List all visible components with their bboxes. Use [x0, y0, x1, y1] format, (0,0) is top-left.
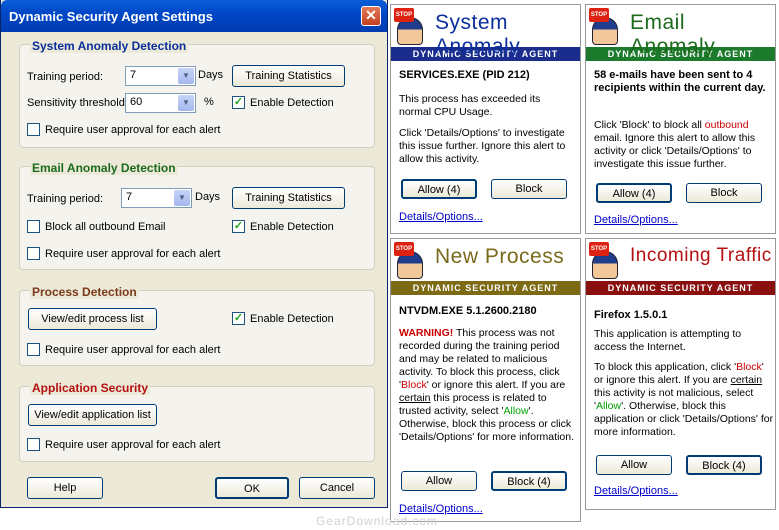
application-security-group: Application Security View/edit applicati… [19, 381, 375, 462]
help-button[interactable]: Help [27, 477, 103, 499]
training-period-value: 7 [130, 69, 137, 81]
email-anomaly-title: Email Anomaly Detection [30, 161, 178, 175]
alert-heading: SERVICES.EXE (PID 212) [399, 69, 530, 81]
brand-band: DYNAMIC SECURITY AGENT [391, 281, 580, 295]
chevron-down-icon: ▼ [178, 95, 194, 111]
application-require-approval-checkbox[interactable]: Require user approval for each alert [27, 438, 220, 451]
email-anomaly-group: Email Anomaly Detection Training period:… [19, 161, 375, 270]
cancel-button[interactable]: Cancel [299, 477, 375, 499]
enable-detection-label: Enable Detection [250, 312, 334, 325]
chevron-down-icon: ▼ [178, 68, 194, 84]
require-approval-label: Require user approval for each alert [45, 438, 221, 451]
allow-button[interactable]: Allow (4) [401, 179, 477, 199]
require-approval-label: Require user approval for each alert [45, 123, 221, 136]
alert-title: Incoming Traffic [630, 245, 772, 266]
enable-detection-checkbox[interactable]: ✓ Enable Detection [232, 96, 334, 109]
checkmark-icon: ✓ [232, 96, 245, 109]
checkmark-icon: ✓ [232, 312, 245, 325]
view-edit-application-list-button[interactable]: View/edit application list [28, 404, 157, 426]
alert-body: To block this application, click 'Block'… [594, 361, 774, 438]
email-anomaly-alert: STOP Email Anomaly DYNAMIC SECURITY AGEN… [585, 4, 776, 234]
system-anomaly-group: System Anomaly Detection Training period… [19, 39, 375, 148]
email-training-statistics-button[interactable]: Training Statistics [232, 187, 345, 209]
alert-body: This application is attempting to access… [594, 328, 742, 353]
alert-title: Email Anomaly [630, 11, 716, 58]
checkmark-icon: ✓ [232, 220, 245, 233]
block-button[interactable]: Block [491, 179, 567, 199]
enable-detection-label: Enable Detection [250, 220, 334, 233]
application-security-title: Application Security [30, 381, 151, 395]
alert-heading: NTVDM.EXE 5.1.2600.2180 [399, 305, 537, 317]
block-outbound-email-checkbox[interactable]: Block all outbound Email [27, 220, 165, 233]
block-button[interactable]: Block (4) [686, 455, 762, 475]
process-detection-title: Process Detection [30, 285, 139, 299]
ok-button[interactable]: OK [215, 477, 289, 499]
alert-heading: 58 e-mails have been sent to 4 recipient… [594, 69, 766, 94]
stop-sign-icon: STOP [394, 8, 414, 22]
training-statistics-button[interactable]: Training Statistics [232, 65, 345, 87]
process-enable-detection-checkbox[interactable]: ✓ Enable Detection [232, 312, 334, 325]
allow-button[interactable]: Allow (4) [596, 183, 672, 203]
training-period-label: Training period: [27, 193, 104, 205]
allow-button[interactable]: Allow [401, 471, 477, 491]
alert-title: New Process [435, 245, 565, 268]
process-require-approval-checkbox[interactable]: Require user approval for each alert [27, 343, 220, 356]
sensitivity-label: Sensitivity threshold: [27, 97, 128, 109]
email-training-period-select[interactable]: 7 ▼ [121, 188, 192, 208]
require-approval-label: Require user approval for each alert [45, 247, 221, 260]
chevron-down-icon: ▼ [174, 190, 190, 206]
sensitivity-value: 60 [130, 96, 143, 108]
stop-sign-icon: STOP [589, 242, 609, 256]
require-approval-label: Require user approval for each alert [45, 343, 221, 356]
sensitivity-select[interactable]: 60 ▼ [125, 93, 196, 113]
enable-detection-label: Enable Detection [250, 96, 334, 109]
system-anomaly-alert: STOP System Anomaly DYNAMIC SECURITY AGE… [390, 4, 581, 234]
require-approval-checkbox[interactable]: Require user approval for each alert [27, 123, 220, 136]
title-bar: Dynamic Security Agent Settings ✕ [1, 0, 387, 32]
incoming-traffic-alert: STOP Incoming Traffic DYNAMIC SECURITY A… [585, 238, 776, 510]
window-title: Dynamic Security Agent Settings [9, 9, 213, 24]
settings-window: Dynamic Security Agent Settings ✕ System… [0, 0, 388, 508]
email-enable-detection-checkbox[interactable]: ✓ Enable Detection [232, 220, 334, 233]
details-options-link[interactable]: Details/Options... [594, 485, 678, 497]
brand-band: DYNAMIC SECURITY AGENT [586, 281, 775, 295]
stop-sign-icon: STOP [394, 242, 414, 256]
details-options-link[interactable]: Details/Options... [399, 211, 483, 223]
alert-body: Click 'Block' to block all outbound emai… [594, 119, 756, 170]
new-process-alert: STOP New Process DYNAMIC SECURITY AGENT … [390, 238, 581, 522]
alert-heading: Firefox 1.5.0.1 [594, 309, 668, 321]
process-detection-group: Process Detection View/edit process list… [19, 285, 375, 366]
system-anomaly-title: System Anomaly Detection [30, 39, 189, 53]
stop-sign-icon: STOP [589, 8, 609, 22]
days-label: Days [198, 69, 224, 81]
block-button[interactable]: Block [686, 183, 762, 203]
block-button[interactable]: Block (4) [491, 471, 567, 491]
block-outbound-label: Block all outbound Email [45, 220, 166, 233]
watermark: GearDownload.com [316, 514, 439, 528]
alert-body: This process has exceeded its normal CPU… [399, 93, 541, 118]
percent-label: % [204, 96, 214, 108]
training-period-label: Training period: [27, 71, 104, 83]
alert-title: System Anomaly [435, 11, 521, 58]
email-require-approval-checkbox[interactable]: Require user approval for each alert [27, 247, 220, 260]
alert-body: Click 'Details/Options' to investigate t… [399, 127, 566, 165]
view-edit-process-list-button[interactable]: View/edit process list [28, 308, 157, 330]
allow-button[interactable]: Allow [596, 455, 672, 475]
training-period-select[interactable]: 7 ▼ [125, 66, 196, 86]
alert-body: WARNING! This process was not recorded d… [399, 327, 574, 443]
close-button[interactable]: ✕ [361, 6, 381, 26]
days-label: Days [195, 191, 221, 203]
training-period-value: 7 [126, 191, 133, 203]
details-options-link[interactable]: Details/Options... [594, 214, 678, 226]
